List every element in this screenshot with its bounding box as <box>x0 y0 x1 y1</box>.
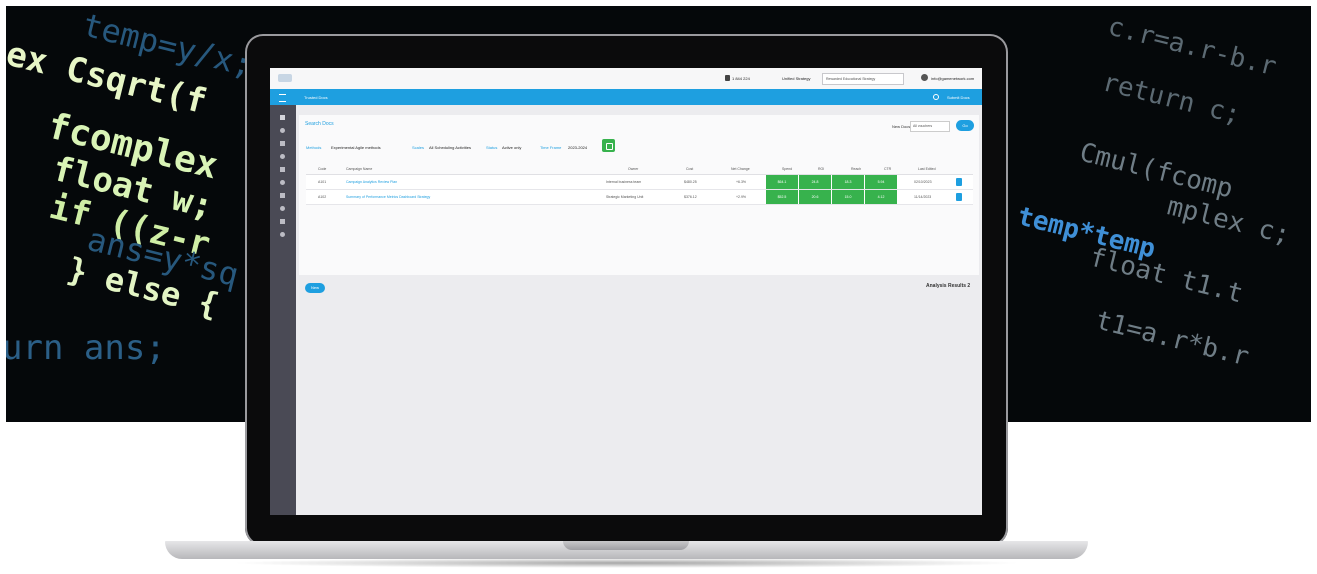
filter-value[interactable]: 2023-2024 <box>568 145 587 150</box>
filter-button[interactable] <box>602 139 615 152</box>
sidebar-calendar-icon[interactable] <box>280 180 285 185</box>
cell-reach: 18.3 <box>832 175 864 189</box>
header-user-name[interactable]: info@gamenetwork.com <box>931 76 974 81</box>
code-line: c.r=a.r-b.r <box>1104 11 1280 83</box>
document-icon[interactable] <box>956 178 962 186</box>
cell-edited: 11/14/2023 <box>914 195 932 199</box>
filter-label: Status <box>486 145 498 150</box>
document-icon[interactable] <box>956 193 962 201</box>
new-docs-select[interactable]: All vouchers <box>910 121 950 132</box>
user-avatar-icon[interactable] <box>921 74 928 81</box>
filter-value[interactable]: Experimental Agile methods <box>331 145 381 150</box>
cell-cost: $480.25 <box>684 180 697 184</box>
col-header-edited: Last Edited <box>918 167 936 171</box>
sidebar-docs-icon[interactable] <box>280 141 285 146</box>
main-content: Search Docs New Docs All vouchers Go Met… <box>296 105 982 515</box>
sidebar-users-icon[interactable] <box>280 167 285 172</box>
laptop-screen: 1 844 224 Unified Strategy Rewarded Educ… <box>270 68 982 515</box>
filter-value[interactable]: All Scheduling Activities <box>429 145 471 150</box>
col-header-reach: Reach <box>851 167 862 171</box>
sidebar-home-icon[interactable] <box>280 115 285 120</box>
filter-label: Scales <box>412 145 425 150</box>
code-line: urn ans; <box>6 328 166 368</box>
sidebar-reports-icon[interactable] <box>280 154 285 159</box>
sidebar-dashboard-icon[interactable] <box>280 128 285 133</box>
col-header-roi: ROI <box>818 167 825 171</box>
cell-spend: $64.1 <box>766 175 798 189</box>
cell-net: +2.9% <box>736 195 747 199</box>
header-select[interactable]: Rewarded Educational Strategy <box>822 73 904 85</box>
cell-net: +6.3% <box>736 180 747 184</box>
filter-value[interactable]: Active only <box>502 145 521 150</box>
logo-icon <box>278 74 292 82</box>
code-line: t1=a.r*b.r <box>1092 305 1252 373</box>
cell-cost: $376.12 <box>684 195 697 199</box>
col-header-code: Code <box>318 167 327 171</box>
nav-right-link[interactable]: Submit Docs <box>947 95 970 100</box>
code-line: return c; <box>1099 67 1244 131</box>
cell-name-link[interactable]: Summary of Performance Metrics Dashboard… <box>346 195 430 199</box>
new-docs-value: All vouchers <box>913 124 933 128</box>
cell-roi: 20.6 <box>799 190 831 204</box>
header-select-value: Rewarded Educational Strategy <box>826 77 876 81</box>
cell-spend: $52.5 <box>766 190 798 204</box>
new-docs-label: New Docs <box>892 124 911 129</box>
table-row[interactable]: A101 Campaign Analytics Review Plan Inte… <box>306 175 973 190</box>
code-line: Cmul(fcomp <box>1076 137 1236 205</box>
col-header-name: Campaign Name <box>346 167 373 171</box>
sidebar-settings-icon[interactable] <box>280 193 285 198</box>
filter-label: Time Frame <box>540 145 562 150</box>
search-icon[interactable] <box>933 94 939 100</box>
col-header-spend: Spend <box>782 167 793 171</box>
cell-ctr: 5.94 <box>865 175 897 189</box>
page-title: Search Docs <box>305 121 334 127</box>
header-label: Unified Strategy <box>782 76 811 81</box>
cell-name-link[interactable]: Campaign Analytics Review Plan <box>346 180 397 184</box>
app-nav-bar: Trusted Docs Submit Docs <box>270 89 982 105</box>
filter-icon <box>606 143 613 150</box>
phone-icon <box>725 75 730 81</box>
cell-reach: 15.0 <box>832 190 864 204</box>
laptop-shadow <box>230 558 1023 568</box>
results-label: Analysis Results 2 <box>926 283 971 289</box>
nav-title: Trusted Docs <box>304 95 328 100</box>
sidebar-help-icon[interactable] <box>280 206 285 211</box>
code-line: temp*temp <box>1014 201 1159 265</box>
sidebar-lock-icon[interactable] <box>280 219 285 224</box>
cell-code: A101 <box>318 180 327 184</box>
cell-owner: Strategic Marketing Unit <box>606 195 644 199</box>
filter-label: Methods <box>306 145 322 150</box>
cell-owner: Internal business team <box>606 180 642 184</box>
table-row[interactable]: A102 Summary of Performance Metrics Dash… <box>306 190 973 205</box>
col-header-ctr: CTR <box>884 167 892 171</box>
new-button[interactable]: New <box>305 283 325 293</box>
col-header-owner: Owner <box>628 167 639 171</box>
go-button[interactable]: Go <box>956 120 974 131</box>
col-header-net: Net Change <box>731 167 750 171</box>
cell-edited: 02/10/2023 <box>914 180 932 184</box>
app-sidebar <box>270 105 296 515</box>
menu-icon[interactable] <box>279 94 286 102</box>
app-top-bar: 1 844 224 Unified Strategy Rewarded Educ… <box>270 68 982 90</box>
header-phone: 1 844 224 <box>732 76 750 81</box>
laptop-notch <box>563 541 689 550</box>
cell-ctr: 4.12 <box>865 190 897 204</box>
cell-roi: 24.8 <box>799 175 831 189</box>
sidebar-logout-icon[interactable] <box>280 232 285 237</box>
col-header-cost: Cost <box>686 167 694 171</box>
table-header: Code Campaign Name Owner Cost Net Change… <box>306 166 973 175</box>
cell-code: A102 <box>318 195 327 199</box>
